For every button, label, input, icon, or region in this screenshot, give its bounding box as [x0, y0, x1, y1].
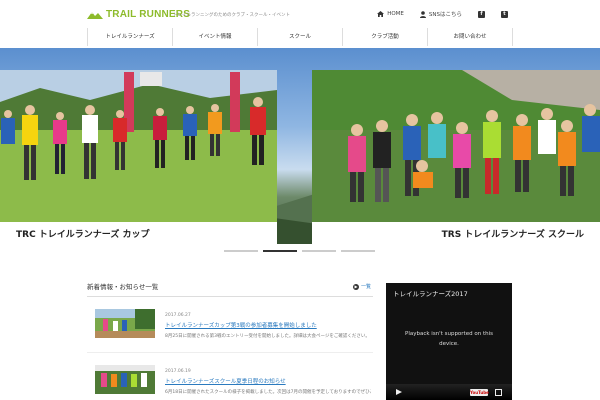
- home-link[interactable]: HOME: [377, 11, 404, 17]
- video-controls: YouTube: [386, 384, 512, 400]
- video-unsupported-message: Playback isn't supported on this device.: [405, 331, 493, 347]
- video-title: トレイルランナーズ2017: [393, 290, 468, 298]
- news-section: 新着情報・お知らせ一覧 ▶ 一覧 2017.06.27 トレイルランナーズカップ…: [87, 281, 373, 400]
- pager-dot-3[interactable]: [302, 250, 336, 252]
- trc-race-photo: [0, 70, 277, 244]
- news-date: 2017.06.19: [165, 369, 191, 374]
- news-thumbnail[interactable]: [95, 365, 155, 394]
- news-more-label: 一覧: [360, 284, 371, 290]
- hero-slide-trc[interactable]: TRC トレイルランナーズ カップ: [0, 70, 277, 244]
- news-item: 2017.06.19 トレイルランナーズスクール夏季日程のお知らせ 6月18日に…: [87, 353, 373, 400]
- top-links: HOME SNSはこちら f t: [377, 10, 508, 18]
- hero-slide-trs[interactable]: TRS トレイルランナーズ スクール: [312, 70, 600, 244]
- news-more-link[interactable]: ▶ 一覧: [352, 283, 371, 290]
- site-tagline: トレイルランニングのためのクラブ・スクール・イベント: [173, 13, 290, 18]
- news-excerpt: 8月25日に開催される第3戦のエントリー受付を開始しました。詳細は大会ページをご…: [165, 334, 370, 339]
- home-link-label: HOME: [387, 11, 404, 17]
- nav-item-trail-runners[interactable]: トレイルランナーズ: [87, 28, 172, 46]
- news-thumbnail[interactable]: [95, 309, 155, 338]
- news-date: 2017.06.27: [165, 313, 191, 318]
- nav-item-contact[interactable]: お問い合わせ: [427, 28, 513, 46]
- sns-link[interactable]: SNSはこちら: [419, 10, 462, 18]
- chevron-right-icon: ▶: [352, 283, 359, 290]
- slide-caption-trc: TRC トレイルランナーズ カップ: [0, 222, 277, 244]
- news-heading: 新着情報・お知らせ一覧: [87, 283, 159, 291]
- pager-dot-4[interactable]: [341, 250, 375, 252]
- news-thumbnail-image: [95, 309, 155, 338]
- sns-link-label: SNSはこちら: [428, 12, 462, 18]
- home-icon: [377, 11, 385, 17]
- facebook-icon[interactable]: f: [478, 10, 485, 18]
- nav-item-school[interactable]: スクール: [257, 28, 342, 46]
- news-thumbnail-image: [95, 365, 155, 394]
- twitter-icon[interactable]: t: [501, 10, 508, 18]
- hero-carousel: TRC トレイルランナーズ カップ TRS トレイルランナーズ スクール: [0, 48, 600, 244]
- site-header: TRAIL RUNNERS トレイルランニングのためのクラブ・スクール・イベント…: [0, 0, 600, 50]
- slide-caption-trs: TRS トレイルランナーズ スクール: [312, 222, 600, 244]
- carousel-pager: [224, 250, 375, 252]
- main-nav: トレイルランナーズ イベント情報 スクール クラブ活動 お問い合わせ: [87, 28, 513, 46]
- mountain-logo-icon: [87, 11, 103, 19]
- news-title-link[interactable]: トレイルランナーズカップ第3戦の参加者募集を開始しました: [165, 321, 317, 329]
- video-player[interactable]: トレイルランナーズ2017 Playback isn't supported o…: [386, 283, 512, 400]
- news-title-link[interactable]: トレイルランナーズスクール夏季日程のお知らせ: [165, 377, 286, 385]
- news-header: 新着情報・お知らせ一覧 ▶ 一覧: [87, 281, 373, 297]
- person-icon: [419, 10, 426, 18]
- youtube-logo-icon[interactable]: YouTube: [470, 389, 489, 396]
- news-item: 2017.06.27 トレイルランナーズカップ第3戦の参加者募集を開始しました …: [87, 297, 373, 353]
- fullscreen-icon[interactable]: [495, 389, 502, 396]
- pager-dot-1[interactable]: [224, 250, 258, 252]
- nav-item-club[interactable]: クラブ活動: [342, 28, 427, 46]
- play-icon[interactable]: [396, 389, 402, 395]
- pager-dot-2[interactable]: [263, 250, 297, 252]
- logo-text-trail: TRAIL: [106, 9, 137, 20]
- nav-item-events[interactable]: イベント情報: [172, 28, 257, 46]
- news-excerpt: 6月18日に開催されたスクールの様子を掲載しました。次回は7月の開催を予定してお…: [165, 390, 371, 395]
- trs-group-photo: [312, 70, 600, 244]
